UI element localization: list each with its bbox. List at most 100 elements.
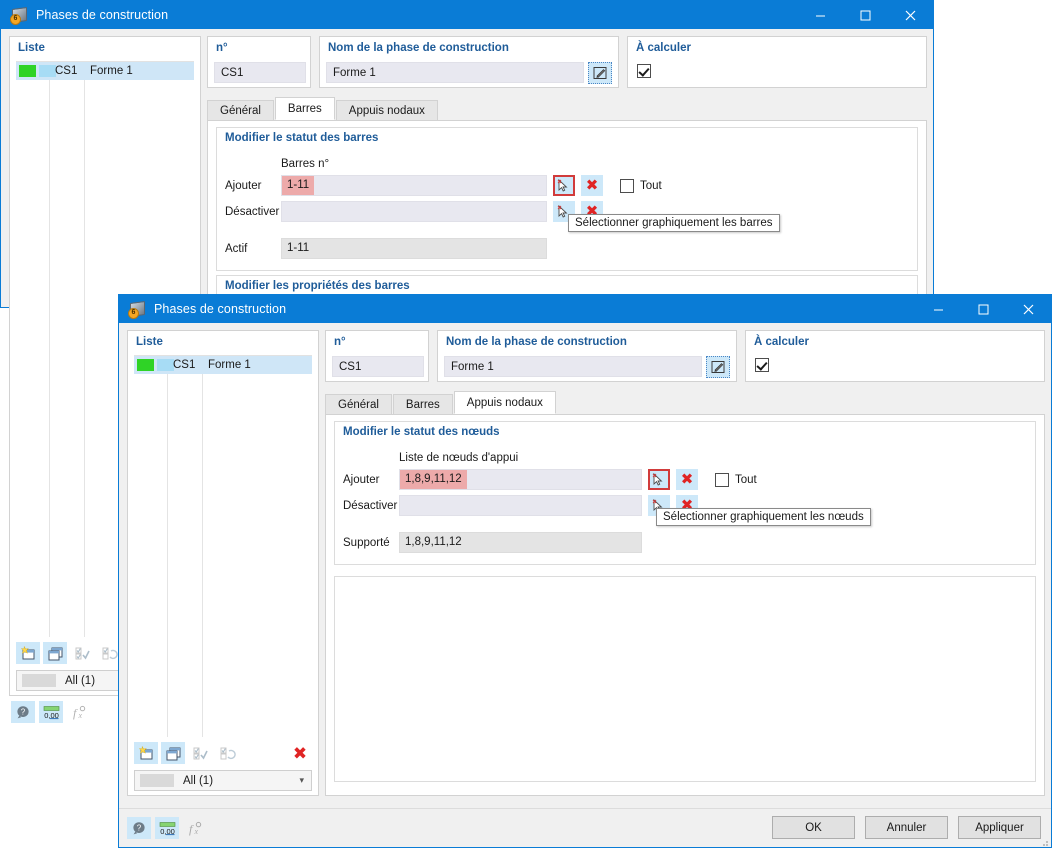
active-bars-value: 1-11 — [287, 242, 310, 254]
window2-statusbar: ? 0,00 fx OK Annuler Appliquer — [119, 808, 1051, 847]
apply-button[interactable]: Appliquer — [958, 816, 1041, 839]
delete-red-x-icon[interactable]: ✖ — [288, 742, 312, 764]
tab-appuis-nodaux[interactable]: Appuis nodaux — [453, 391, 556, 414]
phase-name-label: Nom de la phase de construction — [446, 336, 627, 348]
window2-title: Phases de construction — [154, 302, 287, 316]
list-item[interactable]: CS1 Forme 1 — [134, 356, 312, 374]
all-nodes-checkbox[interactable] — [715, 473, 729, 487]
bar-properties-group-title: Modifier les propriétés des barres — [225, 280, 410, 292]
to-calculate-checkbox[interactable] — [755, 358, 769, 372]
supported-nodes-value: 1,8,9,11,12 — [405, 536, 462, 548]
tab-barres[interactable]: Barres — [392, 394, 453, 414]
new-item-icon[interactable] — [134, 742, 158, 764]
clear-red-x-icon[interactable]: ✖ — [581, 175, 603, 196]
deactivate-nodes-value — [400, 496, 410, 515]
phase-color-swatch-2 — [157, 359, 174, 371]
app-cube-icon: 6 — [10, 6, 28, 25]
window1-title: Phases de construction — [36, 8, 169, 22]
units-icon[interactable]: 0,00 — [155, 817, 179, 839]
active-bars-value-field: 1-11 — [281, 238, 547, 259]
tab-appuis-nodaux[interactable]: Appuis nodaux — [335, 100, 438, 120]
filter-color-chip — [140, 774, 174, 787]
window2-phase-number-group: n° CS1 — [325, 330, 429, 382]
pencil-edit-icon[interactable] — [706, 356, 730, 378]
ok-button[interactable]: OK — [772, 816, 855, 839]
bar-status-group: Modifier le statut des barres Barres n° … — [216, 127, 918, 271]
resize-grip[interactable] — [1039, 836, 1049, 846]
svg-text:x: x — [194, 827, 199, 836]
window2-list-panel: Liste CS1 Forme 1 ✖ All (1) ▾ — [127, 330, 319, 796]
window2-phase-name-group: Nom de la phase de construction Forme 1 — [437, 330, 737, 382]
construction-phases-window-back[interactable]: 6 Phases de construction Liste CS1 Forme… — [0, 0, 934, 723]
check-all-icon[interactable] — [188, 742, 212, 764]
units-icon[interactable]: 0,00 — [39, 701, 63, 723]
maximize-icon[interactable] — [843, 1, 888, 29]
window2-titlebar[interactable]: 6 Phases de construction — [119, 295, 1051, 323]
toggle-check-icon[interactable] — [215, 742, 239, 764]
window1-to-calculate-group: À calculer — [627, 36, 927, 88]
window1-titlebar[interactable]: 6 Phases de construction — [1, 1, 933, 29]
copy-item-icon[interactable] — [161, 742, 185, 764]
app-cube-icon: 6 — [128, 300, 146, 319]
window2-statusbar-icons: ? 0,00 fx — [127, 817, 207, 839]
deactivate-bars-input[interactable] — [281, 201, 547, 222]
phase-number-input[interactable]: CS1 — [332, 356, 424, 377]
minimize-icon[interactable] — [798, 1, 843, 29]
list-item[interactable]: CS1 Forme 1 — [16, 62, 194, 80]
node-properties-area — [334, 576, 1036, 782]
window1-tab-pane: Modifier le statut des barres Barres n° … — [207, 120, 927, 320]
new-item-icon[interactable] — [16, 642, 40, 664]
copy-item-icon[interactable] — [43, 642, 67, 664]
svg-text:f: f — [73, 706, 78, 720]
pencil-edit-icon[interactable] — [588, 62, 612, 84]
list-filter-value: All (1) — [183, 774, 214, 787]
window2-tab-pane: Modifier le statut des nœuds Liste de nœ… — [325, 414, 1045, 796]
list-item-name: Forme 1 — [90, 65, 133, 77]
construction-phases-window-front[interactable]: 6 Phases de construction Liste CS1 Forme… — [118, 294, 1052, 848]
deactivate-row-label: Désactiver — [343, 500, 398, 512]
phase-color-swatch-2 — [39, 65, 56, 77]
tab-general[interactable]: Général — [207, 100, 274, 120]
tab-barres[interactable]: Barres — [274, 97, 335, 120]
active-row-label: Actif — [225, 243, 248, 255]
clear-red-x-icon[interactable]: ✖ — [676, 469, 698, 490]
check-all-icon[interactable] — [70, 642, 94, 664]
add-row-label: Ajouter — [225, 180, 262, 192]
close-icon[interactable] — [888, 1, 933, 29]
window1-tabs: Général Barres Appuis nodaux — [207, 97, 439, 120]
all-bars-label: Tout — [640, 180, 662, 192]
chevron-down-icon: ▾ — [299, 775, 304, 785]
graphic-select-icon[interactable] — [553, 175, 575, 196]
formula-icon[interactable]: fx — [183, 817, 207, 839]
add-bars-value: 1-11 — [282, 176, 315, 195]
cancel-button[interactable]: Annuler — [865, 816, 948, 839]
all-nodes-label: Tout — [735, 474, 757, 486]
tab-general[interactable]: Général — [325, 394, 392, 414]
list-header: Liste — [18, 42, 45, 54]
deactivate-bars-value — [282, 202, 292, 221]
add-bars-input[interactable]: 1-11 — [281, 175, 547, 196]
help-icon[interactable]: ? — [127, 817, 151, 839]
phase-name-input[interactable]: Forme 1 — [326, 62, 584, 83]
close-icon[interactable] — [1006, 295, 1051, 323]
deactivate-nodes-input[interactable] — [399, 495, 642, 516]
phase-number-input[interactable]: CS1 — [214, 62, 306, 83]
formula-icon[interactable]: fx — [67, 701, 91, 723]
svg-text:?: ? — [136, 823, 141, 832]
node-status-group: Modifier le statut des nœuds Liste de nœ… — [334, 421, 1036, 565]
maximize-icon[interactable] — [961, 295, 1006, 323]
help-icon[interactable]: ? — [11, 701, 35, 723]
to-calculate-checkbox[interactable] — [637, 64, 651, 78]
add-nodes-input[interactable]: 1,8,9,11,12 — [399, 469, 642, 490]
filter-color-chip — [22, 674, 56, 687]
nodes-column-header: Liste de nœuds d'appui — [399, 452, 519, 464]
phase-name-input[interactable]: Forme 1 — [444, 356, 702, 377]
list-grid[interactable]: CS1 Forme 1 — [134, 355, 312, 737]
list-filter-dropdown[interactable]: All (1) ▾ — [134, 770, 312, 791]
window1-phase-name-group: Nom de la phase de construction Forme 1 — [319, 36, 619, 88]
minimize-icon[interactable] — [916, 295, 961, 323]
list-item-number: CS1 — [173, 359, 196, 371]
list-header: Liste — [136, 336, 163, 348]
graphic-select-icon[interactable] — [648, 469, 670, 490]
all-bars-checkbox[interactable] — [620, 179, 634, 193]
